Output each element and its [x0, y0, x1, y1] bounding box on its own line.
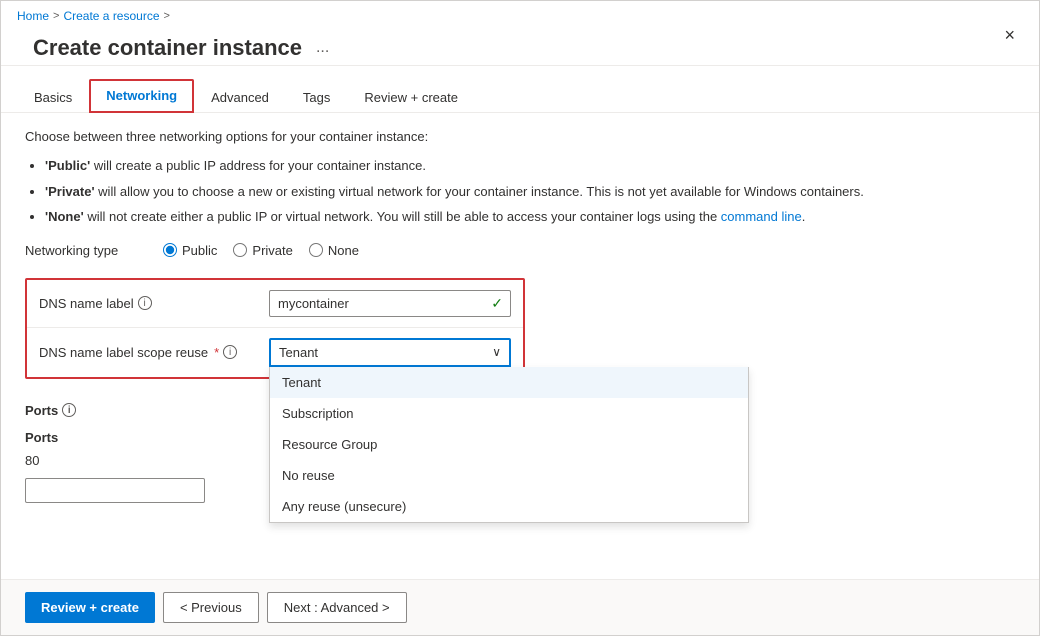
dropdown-item-tenant[interactable]: Tenant: [270, 367, 748, 398]
required-star: *: [214, 345, 219, 360]
dns-name-input[interactable]: [269, 290, 511, 317]
previous-button[interactable]: < Previous: [163, 592, 259, 623]
breadcrumb: Home > Create a resource >: [17, 9, 351, 23]
dns-scope-row: DNS name label scope reuse * i Tenant ∨ …: [27, 328, 523, 377]
bullet-none: 'None' will not create either a public I…: [45, 207, 1015, 227]
radio-public-input[interactable]: [163, 243, 177, 257]
ports-info-icon[interactable]: i: [62, 403, 76, 417]
dns-scope-dropdown-btn[interactable]: Tenant ∨: [269, 338, 511, 367]
dns-scope-info-icon[interactable]: i: [223, 345, 237, 359]
radio-private-input[interactable]: [233, 243, 247, 257]
dropdown-item-any-reuse[interactable]: Any reuse (unsecure): [270, 491, 748, 522]
page-title: Create container instance: [33, 35, 302, 61]
window-header: Home > Create a resource > Create contai…: [1, 1, 1039, 66]
breadcrumb-sep1: >: [53, 10, 59, 22]
radio-public-label: Public: [182, 243, 217, 258]
dns-scope-field: Tenant ∨ Tenant Subscription Resource Gr…: [269, 338, 511, 367]
dns-name-input-wrapper: ✓: [269, 290, 511, 317]
next-button[interactable]: Next : Advanced >: [267, 592, 407, 623]
private-bold: 'Private': [45, 184, 95, 199]
dropdown-item-resource-group[interactable]: Resource Group: [270, 429, 748, 460]
dns-name-row: DNS name label i ✓: [27, 280, 523, 328]
tab-review-create[interactable]: Review + create: [347, 81, 475, 113]
bullet-public: 'Public' will create a public IP address…: [45, 156, 1015, 176]
none-bold: 'None': [45, 209, 84, 224]
command-line-link[interactable]: command line: [721, 209, 802, 224]
none-text: will not create either a public IP or vi…: [87, 209, 805, 224]
networking-type-label: Networking type: [25, 243, 155, 258]
networking-type-row: Networking type Public Private None: [25, 243, 1015, 258]
options-list: 'Public' will create a public IP address…: [45, 156, 1015, 227]
tab-tags[interactable]: Tags: [286, 81, 347, 113]
main-window: Home > Create a resource > Create contai…: [0, 0, 1040, 636]
tab-advanced[interactable]: Advanced: [194, 81, 286, 113]
dropdown-item-subscription[interactable]: Subscription: [270, 398, 748, 429]
port-add-input[interactable]: [25, 478, 205, 503]
ports-label-text: Ports: [25, 403, 58, 418]
dns-scope-dropdown-menu: Tenant Subscription Resource Group No re…: [269, 367, 749, 523]
footer: Review + create < Previous Next : Advanc…: [1, 579, 1039, 635]
dns-name-label-text: DNS name label: [39, 296, 134, 311]
radio-public[interactable]: Public: [163, 243, 217, 258]
dns-name-label: DNS name label i: [39, 296, 269, 311]
dns-form-section: DNS name label i ✓ DNS name label scope …: [25, 278, 525, 379]
radio-private[interactable]: Private: [233, 243, 292, 258]
public-bold: 'Public': [45, 158, 90, 173]
dns-scope-label: DNS name label scope reuse * i: [39, 345, 269, 360]
breadcrumb-home[interactable]: Home: [17, 9, 49, 23]
dropdown-chevron-icon: ∨: [492, 345, 501, 359]
tab-networking[interactable]: Networking: [89, 79, 194, 113]
bullet-private: 'Private' will allow you to choose a new…: [45, 182, 1015, 202]
radio-none-input[interactable]: [309, 243, 323, 257]
description-text: Choose between three networking options …: [25, 129, 1015, 144]
review-create-button[interactable]: Review + create: [25, 592, 155, 623]
tabs-bar: Basics Networking Advanced Tags Review +…: [1, 66, 1039, 113]
radio-private-label: Private: [252, 243, 292, 258]
title-row: Create container instance ...: [17, 27, 351, 61]
dns-scope-label-text: DNS name label scope reuse: [39, 345, 208, 360]
dns-name-field: ✓: [269, 290, 511, 317]
breadcrumb-create-resource[interactable]: Create a resource: [63, 9, 159, 23]
private-text: will allow you to choose a new or existi…: [98, 184, 864, 199]
dns-name-info-icon[interactable]: i: [138, 296, 152, 310]
networking-radio-group: Public Private None: [163, 243, 359, 258]
dns-scope-selected: Tenant: [279, 345, 318, 360]
breadcrumb-sep2: >: [164, 10, 170, 22]
dropdown-item-no-reuse[interactable]: No reuse: [270, 460, 748, 491]
radio-none-label: None: [328, 243, 359, 258]
tab-basics[interactable]: Basics: [17, 81, 89, 113]
main-content: Choose between three networking options …: [1, 113, 1039, 579]
public-text: will create a public IP address for your…: [94, 158, 426, 173]
close-button[interactable]: ×: [996, 21, 1023, 50]
ellipsis-button[interactable]: ...: [310, 37, 335, 59]
dns-name-checkmark: ✓: [491, 295, 503, 312]
radio-none[interactable]: None: [309, 243, 359, 258]
dns-scope-dropdown-wrapper: Tenant ∨ Tenant Subscription Resource Gr…: [269, 338, 511, 367]
